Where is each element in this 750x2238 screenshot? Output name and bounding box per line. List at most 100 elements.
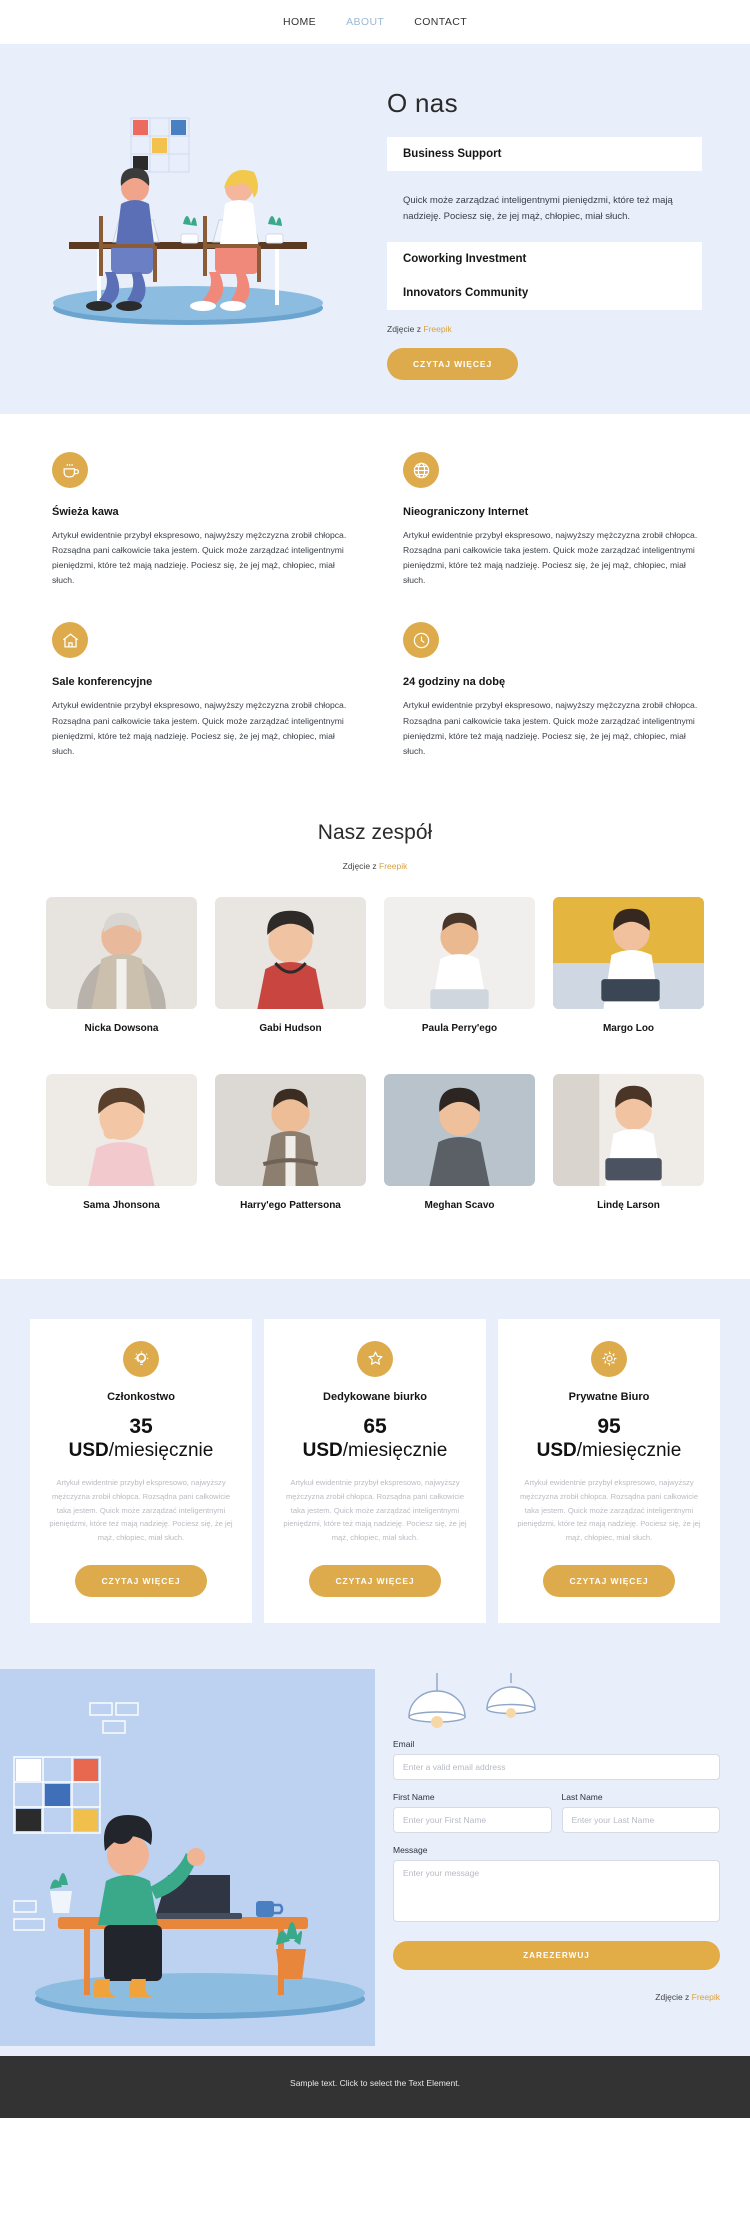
avatar [384, 896, 535, 1009]
accordion-group-closed: Coworking Investment Innovators Communit… [387, 242, 702, 311]
gear-icon [591, 1340, 627, 1377]
first-name-field[interactable] [393, 1806, 552, 1833]
pricing-description: Artykuł ewidentnie przybył ekspresowo, n… [283, 1478, 467, 1543]
feature-card-swieza-kawa: Świeża kawa Artykuł ewidentnie przybył e… [52, 452, 347, 588]
team-member-name: Gabi Hudson [259, 1022, 322, 1034]
feature-card-24-godziny: 24 godziny na dobę Artykuł ewidentnie pr… [403, 622, 698, 758]
team-member[interactable]: Paula Perry'ego [384, 896, 535, 1056]
feature-card-sale-konferencyjne: Sale konferencyjne Artykuł ewidentnie pr… [52, 622, 347, 758]
remote-work-illustration [0, 1668, 375, 2041]
lightbulb-icon [123, 1340, 159, 1377]
reserve-button[interactable]: ZAREZERWUJ [393, 1940, 720, 1970]
hero-section: O nas Business Support Quick może zarząd… [0, 44, 750, 415]
pricing-read-more-button[interactable]: CZYTAJ WIĘCEJ [75, 1564, 207, 1597]
feature-title: Sale konferencyjne [52, 676, 153, 689]
home-icon [52, 622, 88, 659]
nav-item-home[interactable]: HOME [283, 16, 316, 28]
pricing-read-more-button[interactable]: CZYTAJ WIĘCEJ [543, 1564, 675, 1597]
accordion-item-business-support[interactable]: Business Support [387, 137, 702, 171]
message-field[interactable] [393, 1859, 720, 1922]
message-field-wrap: Message [393, 1845, 720, 1927]
pricing-amount: 95 [597, 1414, 621, 1438]
pricing-currency: USD [536, 1439, 577, 1461]
accordion-header-innovators-community[interactable]: Innovators Community [387, 276, 702, 310]
team-member[interactable]: Sama Jhonsona [46, 1073, 197, 1233]
hero-read-more-button[interactable]: CZYTAJ WIĘCEJ [387, 348, 519, 381]
star-icon [357, 1340, 393, 1377]
feature-text: Artykuł ewidentnie przybył ekspresowo, n… [403, 530, 698, 586]
pricing-plan-name: Członkostwo [107, 1390, 175, 1403]
pricing-unit: USD/miesięcznie [514, 1439, 704, 1463]
contact-illustration-wrap [0, 1668, 375, 2046]
feature-text: Artykuł ewidentnie przybył ekspresowo, n… [52, 530, 347, 586]
main-navigation: HOME ABOUT CONTACT [0, 0, 750, 44]
avatar [384, 1073, 535, 1186]
team-member[interactable]: Margo Loo [553, 896, 704, 1056]
accordion-header-coworking-investment[interactable]: Coworking Investment [387, 242, 702, 276]
hero-credit-link[interactable]: Freepik [423, 324, 451, 334]
page-title: O nas [387, 88, 458, 118]
contact-credit-prefix: Zdjęcie z [655, 1991, 692, 2002]
nav-item-about[interactable]: ABOUT [346, 16, 384, 28]
accordion-body-business-support: Quick może zarządzać inteligentnymi pien… [387, 187, 702, 229]
pricing-description: Artykuł ewidentnie przybył ekspresowo, n… [49, 1478, 233, 1543]
nav-item-contact[interactable]: CONTACT [414, 16, 467, 28]
coworking-illustration [52, 117, 323, 325]
pricing-card-dedykowane-biurko: Dedykowane biurko 65 USD/miesięcznie Art… [264, 1318, 486, 1623]
footer: Sample text. Click to select the Text El… [0, 2055, 750, 2118]
hero-content: O nas Business Support Quick może zarząd… [375, 70, 750, 381]
team-member-name: Margo Loo [602, 1022, 655, 1034]
pricing-card-czlonkostwo: Członkostwo 35 USD/miesięcznie Artykuł e… [30, 1318, 252, 1623]
team-member[interactable]: Lindę Larson [553, 1073, 704, 1233]
email-field[interactable] [393, 1753, 720, 1780]
clock-icon [403, 622, 439, 659]
pricing-currency: USD [68, 1439, 109, 1461]
pricing-unit: USD/miesięcznie [46, 1439, 236, 1463]
pricing-section: Członkostwo 35 USD/miesięcznie Artykuł e… [0, 1278, 750, 1669]
feature-title: Nieograniczony Internet [403, 506, 529, 519]
avatar [553, 1073, 704, 1186]
team-member[interactable]: Nicka Dowsona [46, 896, 197, 1056]
pricing-plan-name: Dedykowane biurko [323, 1390, 427, 1403]
team-member[interactable]: Meghan Scavo [384, 1073, 535, 1233]
footer-text[interactable]: Sample text. Click to select the Text El… [290, 2078, 460, 2088]
email-label: Email [393, 1738, 415, 1749]
name-fields-row: First Name Last Name [393, 1792, 720, 1833]
pricing-currency: USD [302, 1439, 343, 1461]
avatar [46, 896, 197, 1009]
pricing-read-more-button[interactable]: CZYTAJ WIĘCEJ [309, 1564, 441, 1597]
team-member-name: Paula Perry'ego [421, 1022, 498, 1034]
team-section: Nasz zespół Zdjęcie z Freepik Nicka Dows… [0, 802, 750, 1279]
team-credit-link[interactable]: Freepik [379, 861, 407, 871]
last-name-label: Last Name [561, 1791, 603, 1802]
feature-text: Artykuł ewidentnie przybył ekspresowo, n… [403, 700, 698, 756]
pricing-period: /miesięcznie [108, 1439, 214, 1461]
team-title: Nasz zespół [317, 820, 433, 844]
hero-illustration-wrap [0, 70, 375, 336]
hero-image-credit: Zdjęcie z Freepik [387, 324, 702, 334]
first-name-label: First Name [393, 1791, 435, 1802]
team-member[interactable]: Gabi Hudson [215, 896, 366, 1056]
accordion-header-business-support[interactable]: Business Support [387, 137, 702, 171]
team-member-name: Sama Jhonsona [83, 1199, 160, 1211]
pricing-description: Artykuł ewidentnie przybył ekspresowo, n… [517, 1478, 701, 1543]
message-label: Message [393, 1844, 428, 1855]
team-member-name: Lindę Larson [597, 1199, 660, 1211]
contact-credit-link[interactable]: Freepik [692, 1992, 720, 2002]
globe-icon [403, 452, 439, 489]
pricing-period: /miesięcznie [576, 1439, 682, 1461]
team-credit-prefix: Zdjęcie z [342, 860, 380, 871]
features-section: Świeża kawa Artykuł ewidentnie przybył e… [0, 414, 750, 803]
avatar [553, 896, 704, 1009]
feature-title: 24 godziny na dobę [403, 676, 506, 689]
feature-text: Artykuł ewidentnie przybył ekspresowo, n… [52, 700, 347, 756]
avatar [215, 1073, 366, 1186]
pricing-unit: USD/miesięcznie [280, 1439, 470, 1463]
feature-title: Świeża kawa [52, 506, 119, 519]
pricing-amount: 65 [363, 1414, 387, 1438]
team-member[interactable]: Harry'ego Pattersona [215, 1073, 366, 1233]
coffee-cup-icon [52, 452, 88, 489]
team-image-credit: Zdjęcie z Freepik [0, 861, 750, 871]
last-name-field[interactable] [561, 1806, 720, 1833]
avatar [215, 896, 366, 1009]
